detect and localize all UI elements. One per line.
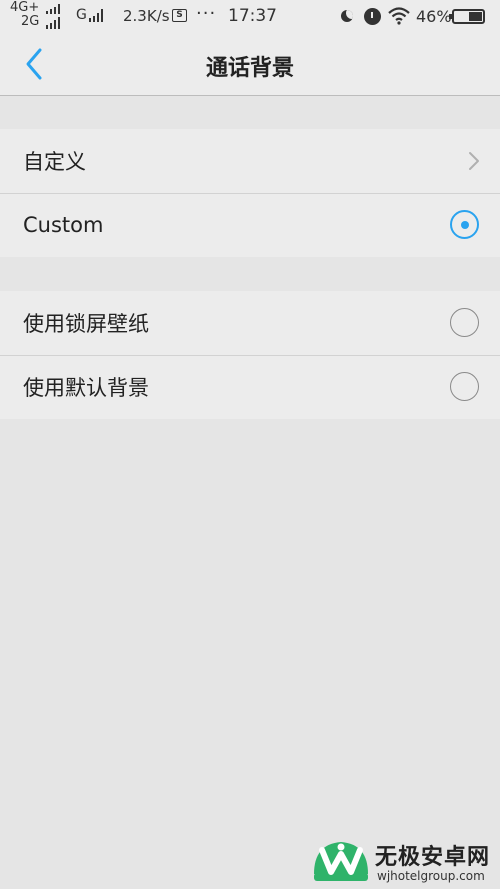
row-label: 使用默认背景 bbox=[23, 376, 149, 400]
watermark-url: wjhotelgroup.com bbox=[377, 869, 485, 883]
battery-level bbox=[468, 12, 482, 21]
settings-group-presets: 使用锁屏壁纸 使用默认背景 bbox=[0, 291, 500, 419]
watermark-title: 无极安卓网 bbox=[375, 845, 491, 870]
more-notifications-icon: ··· bbox=[196, 3, 217, 24]
radio-button[interactable] bbox=[450, 308, 479, 337]
battery-icon bbox=[449, 9, 485, 24]
status-bar: 4G+ 2G G 2.3K/s S ··· 17:37 46% bbox=[0, 0, 500, 32]
row-label: 自定义 bbox=[23, 150, 86, 174]
settings-group-custom: 自定义 Custom bbox=[0, 129, 500, 257]
row-label: Custom bbox=[23, 213, 104, 237]
lockscreen-wallpaper-row[interactable]: 使用锁屏壁纸 bbox=[0, 291, 500, 355]
network-type-top: 4G+ bbox=[10, 0, 40, 15]
network-type-bottom: 2G bbox=[21, 14, 40, 29]
moon-icon bbox=[341, 10, 353, 22]
watermark-logo-icon bbox=[314, 842, 368, 881]
watermark: 无极安卓网 wjhotelgroup.com bbox=[310, 836, 500, 889]
network-type-g: G bbox=[76, 7, 87, 23]
battery-percent: 46% bbox=[416, 7, 452, 26]
network-speed: 2.3K/s bbox=[123, 7, 170, 25]
signal-icon-3 bbox=[89, 9, 103, 22]
alarm-icon bbox=[364, 8, 381, 25]
chevron-right-icon bbox=[469, 152, 479, 170]
clock: 17:37 bbox=[228, 6, 277, 26]
network-type: 4G+ 2G bbox=[10, 1, 39, 29]
wifi-icon bbox=[388, 7, 410, 25]
signal-icon bbox=[46, 4, 60, 14]
custom-option-row[interactable]: Custom bbox=[0, 193, 500, 257]
page-title: 通话背景 bbox=[205, 56, 294, 81]
row-label: 使用锁屏壁纸 bbox=[23, 312, 149, 336]
signal-icon-2 bbox=[46, 17, 60, 29]
default-background-row[interactable]: 使用默认背景 bbox=[0, 355, 500, 419]
title-bar: 通话背景 bbox=[0, 32, 500, 96]
radio-button[interactable] bbox=[450, 372, 479, 401]
sim-icon: S bbox=[172, 9, 187, 22]
custom-background-row[interactable]: 自定义 bbox=[0, 129, 500, 193]
radio-button-selected[interactable] bbox=[450, 210, 479, 239]
